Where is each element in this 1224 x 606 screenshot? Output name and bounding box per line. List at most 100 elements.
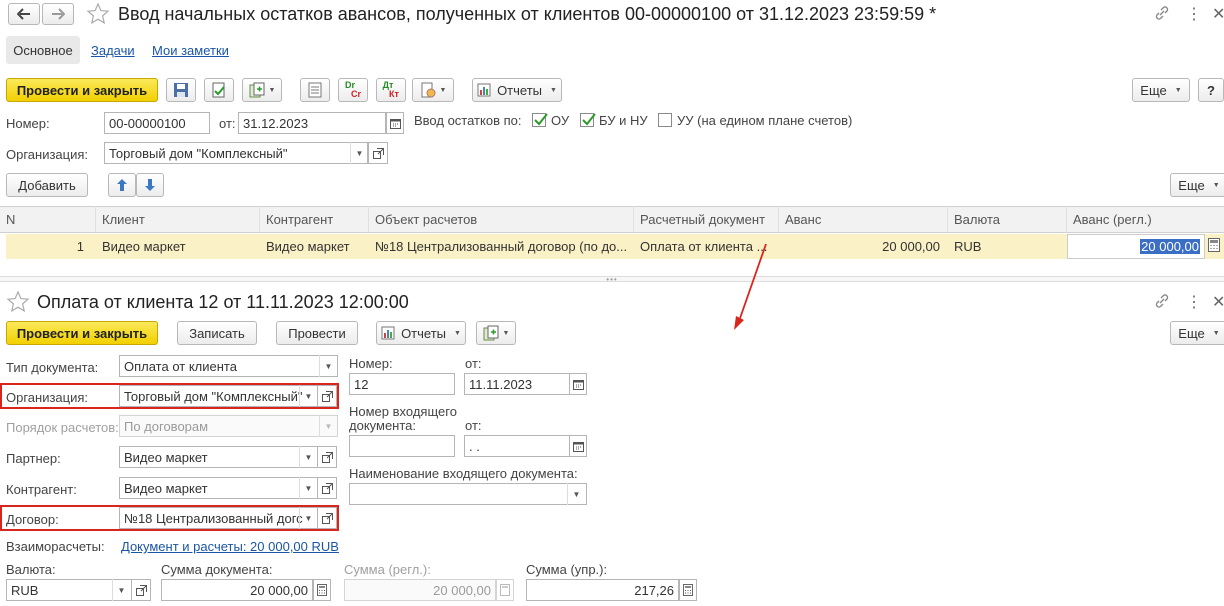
doc-sum-input[interactable]: 20 000,00 <box>161 579 313 601</box>
col-doc[interactable]: Расчетный документ <box>634 206 779 232</box>
annotation-arrow <box>734 243 767 330</box>
reg-sum-input: 20 000,00 <box>344 579 496 601</box>
number-label: Номер: <box>6 116 50 131</box>
chevron-down-icon[interactable]: ▼ <box>319 355 337 377</box>
number-input[interactable]: 00-00000100 <box>104 112 210 134</box>
save-button[interactable] <box>166 78 196 102</box>
calculator-icon[interactable] <box>679 579 697 601</box>
doc-type-input[interactable]: Оплата от клиента <box>119 355 338 377</box>
kebab-menu-icon[interactable]: ⋮ <box>1186 292 1202 312</box>
col-counterparty[interactable]: Контрагент <box>260 206 369 232</box>
reports-button[interactable]: Отчеты ▼ <box>472 78 562 102</box>
mutual-settlements-label: Взаиморасчеты: <box>6 539 105 554</box>
more-label: Еще <box>1178 325 1205 341</box>
more-button-2[interactable]: Еще ▼ <box>1170 321 1224 345</box>
close-icon[interactable]: ✕ <box>1212 4 1224 24</box>
link-icon[interactable] <box>1154 5 1170 24</box>
post-and-close-button[interactable]: Провести и закрыть <box>6 78 158 102</box>
open-partner-button[interactable] <box>317 446 337 468</box>
reports-button-2[interactable]: Отчеты ▼ <box>376 321 466 345</box>
chevron-down-icon[interactable]: ▼ <box>112 579 130 601</box>
tab-tasks[interactable]: Задачи <box>91 43 135 58</box>
doc-number-label: Номер: <box>349 356 393 371</box>
link-icon[interactable] <box>1154 293 1170 312</box>
open-organization-button[interactable] <box>368 142 388 164</box>
more-button[interactable]: Еще ▼ <box>1132 78 1190 102</box>
create-based-icon <box>249 82 265 98</box>
table-more-button[interactable]: Еще ▼ <box>1170 173 1224 197</box>
attachment-icon <box>421 82 436 98</box>
post-document-icon <box>212 82 225 98</box>
chevron-down-icon[interactable]: ▼ <box>350 142 368 164</box>
chevron-down-icon: ▼ <box>454 329 461 337</box>
calculator-icon[interactable] <box>313 579 331 601</box>
kt-label: Кт <box>389 89 399 99</box>
window-title: Ввод начальных остатков авансов, получен… <box>118 4 937 24</box>
list-icon <box>308 82 322 98</box>
create-based-on-button-2[interactable]: ▼ <box>476 321 516 345</box>
checkbox-uu[interactable] <box>658 113 672 127</box>
reports-label: Отчеты <box>401 325 446 341</box>
doc-number-input[interactable]: 12 <box>349 373 455 395</box>
col-n[interactable]: N <box>0 206 96 232</box>
forward-button[interactable] <box>42 3 74 25</box>
back-button[interactable] <box>8 3 40 25</box>
dt-kt-button[interactable]: Дт Кт <box>376 78 406 102</box>
chevron-down-icon: ▼ <box>319 415 337 437</box>
doc-date-input[interactable]: 11.11.2023 <box>464 373 570 395</box>
mutual-settlements-link[interactable]: Документ и расчеты: 20 000,00 RUB <box>121 539 339 554</box>
cell-advance-reg-editor[interactable]: 20 000,00 <box>1067 234 1205 259</box>
post-button[interactable] <box>204 78 234 102</box>
incoming-number-input[interactable] <box>349 435 455 457</box>
date-input[interactable]: 31.12.2023 <box>238 112 386 134</box>
col-currency[interactable]: Валюта <box>948 206 1067 232</box>
counterparty-input[interactable]: Видео маркет <box>119 477 319 499</box>
col-advance[interactable]: Аванс <box>779 206 948 232</box>
calendar-icon[interactable] <box>569 435 587 457</box>
help-button[interactable]: ? <box>1198 78 1224 102</box>
checkbox-uu-label: УУ (на едином плане счетов) <box>677 113 853 128</box>
chevron-down-icon[interactable]: ▼ <box>299 477 317 499</box>
calculator-icon <box>496 579 514 601</box>
open-window-icon <box>321 482 333 494</box>
move-up-button[interactable] <box>108 173 136 197</box>
tab-main[interactable]: Основное <box>6 36 80 64</box>
col-object[interactable]: Объект расчетов <box>369 206 634 232</box>
tab-notes[interactable]: Мои заметки <box>152 43 229 58</box>
incoming-date-input[interactable]: . . <box>464 435 570 457</box>
checkbox-bu-nu[interactable] <box>580 113 596 127</box>
chevron-down-icon: ▼ <box>1212 181 1220 189</box>
kebab-menu-icon[interactable]: ⋮ <box>1186 4 1202 24</box>
chevron-down-icon[interactable]: ▼ <box>567 483 585 505</box>
col-client[interactable]: Клиент <box>96 206 260 232</box>
create-based-on-button[interactable]: ▼ <box>242 78 282 102</box>
post-button-2[interactable]: Провести <box>276 321 358 345</box>
dr-cr-button[interactable]: Dr Cr <box>338 78 368 102</box>
chevron-down-icon[interactable]: ▼ <box>299 446 317 468</box>
favorite-star-icon[interactable] <box>86 2 110 29</box>
add-button[interactable]: Добавить <box>6 173 88 197</box>
splitter[interactable]: ••• <box>0 275 1224 284</box>
open-counterparty-button[interactable] <box>317 477 337 499</box>
partner-label: Партнер: <box>6 451 61 466</box>
calendar-icon[interactable] <box>569 373 587 395</box>
checkmark-icon <box>534 113 548 126</box>
post-and-close-button-2[interactable]: Провести и закрыть <box>6 321 158 345</box>
open-currency-button[interactable] <box>131 579 151 601</box>
document-list-button[interactable] <box>300 78 330 102</box>
col-advance-reg[interactable]: Аванс (регл.) <box>1067 206 1224 232</box>
calculator-icon[interactable] <box>1208 238 1220 255</box>
calendar-icon[interactable] <box>386 112 404 134</box>
mgmt-sum-input[interactable]: 217,26 <box>526 579 679 601</box>
move-down-button[interactable] <box>136 173 164 197</box>
checkbox-ou[interactable] <box>532 113 548 127</box>
chevron-down-icon: ▼ <box>1174 86 1182 94</box>
favorite-star-icon[interactable] <box>6 290 30 317</box>
attachments-button[interactable]: ▼ <box>412 78 454 102</box>
close-icon[interactable]: ✕ <box>1212 292 1224 312</box>
partner-input[interactable]: Видео маркет <box>119 446 319 468</box>
save-button-2[interactable]: Записать <box>177 321 257 345</box>
organization-input[interactable]: Торговый дом "Комплексный" <box>104 142 368 164</box>
incoming-name-input[interactable] <box>349 483 587 505</box>
checkmark-icon <box>582 113 596 126</box>
